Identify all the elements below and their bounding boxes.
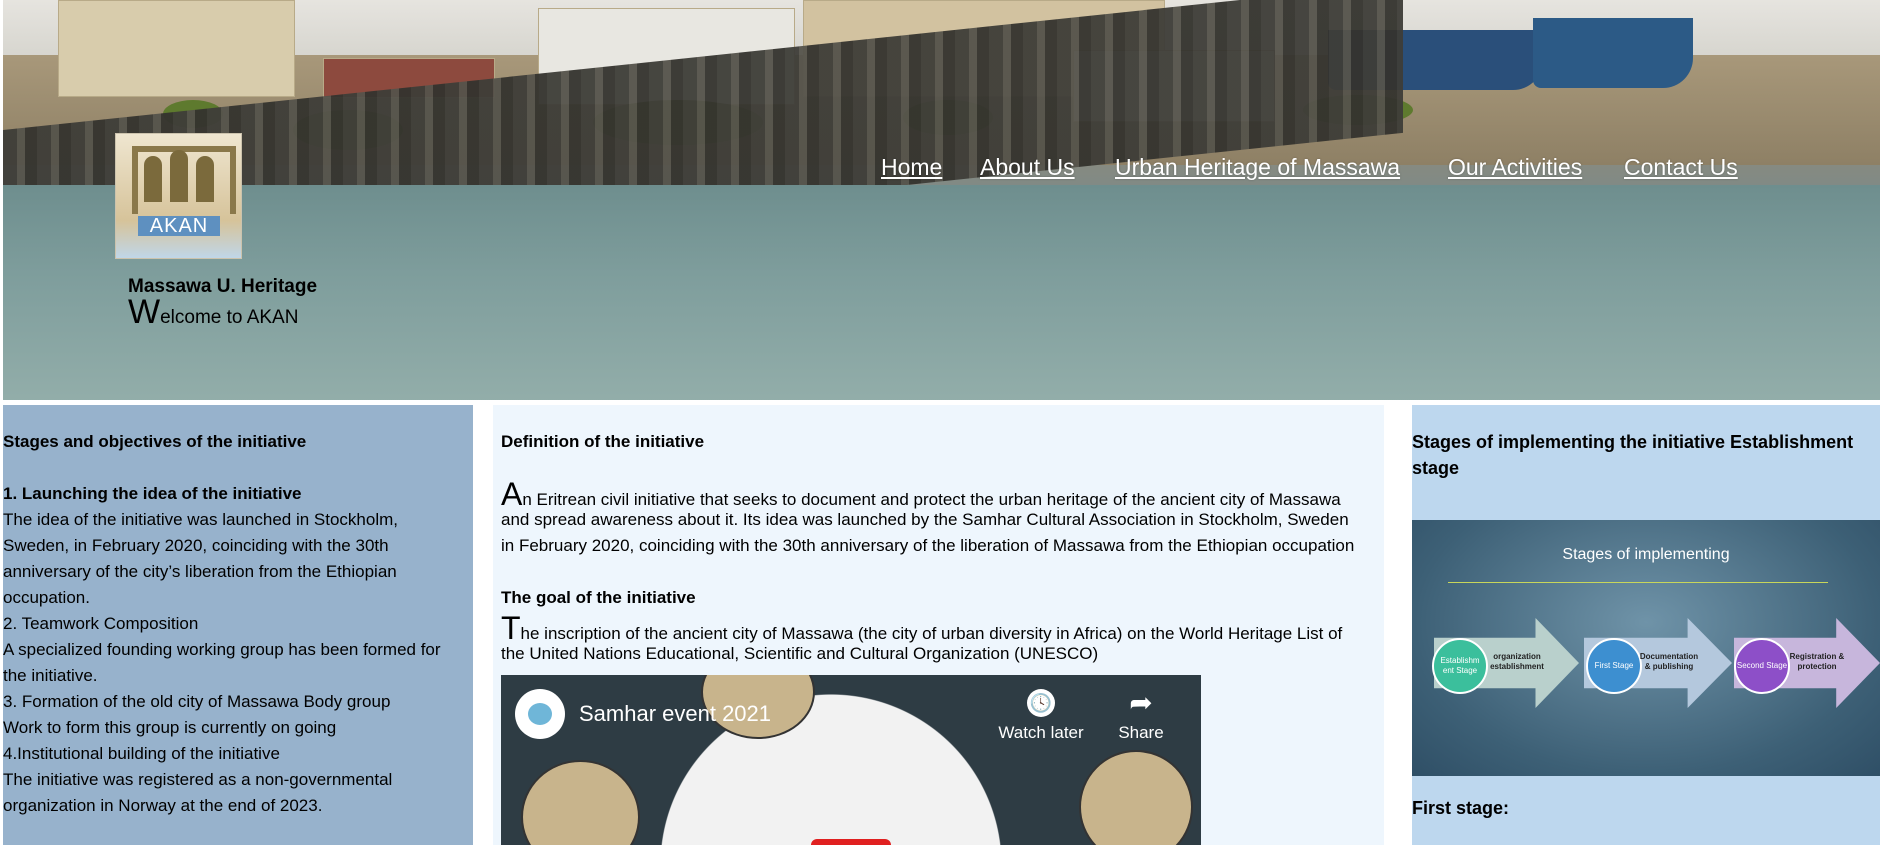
play-button[interactable] [811, 839, 891, 845]
watch-later-button[interactable]: 🕓 Watch later [996, 689, 1086, 743]
left-text-line: A specialized founding working group has… [3, 640, 441, 659]
definition-line: and spread awareness about it. Its idea … [501, 510, 1349, 529]
diagram-divider [1448, 582, 1828, 583]
stage-circle: Second Stage [1734, 638, 1790, 694]
stage-circle: Establishm ent Stage [1432, 638, 1488, 694]
stage-circle: First Stage [1586, 638, 1642, 694]
left-text-line: Work to form this group is currently on … [3, 718, 337, 737]
stages-diagram-title: Stages of implementing [1562, 546, 1730, 563]
definition-line: in February 2020, coinciding with the 30… [501, 536, 1355, 555]
nav-home[interactable]: Home [881, 154, 942, 181]
left-text-line: the initiative. [3, 666, 98, 685]
nav-about-us[interactable]: About Us [980, 154, 1075, 181]
left-text-line: anniversary of the city’s liberation fro… [3, 562, 397, 581]
akan-logo[interactable]: AKAN [115, 133, 242, 259]
nav-our-activities[interactable]: Our Activities [1448, 154, 1582, 181]
stage-label: Documentation & publishing [1639, 652, 1699, 671]
hero-banner [3, 0, 1880, 400]
left-column: Stages and objectives of the initiative … [3, 405, 473, 845]
logo-arch [144, 156, 162, 202]
logo-arch [170, 150, 188, 202]
left-text-line: occupation. [3, 588, 90, 607]
left-text-line: 2. Teamwork Composition [3, 614, 199, 633]
share-label: Share [1118, 723, 1164, 742]
left-text-line: 4.Institutional building of the initiati… [3, 744, 280, 763]
video-thumb-circle [521, 760, 640, 845]
left-text-line: organization in Norway at the end of 202… [3, 796, 323, 815]
middle-column: Definition of the initiative An Eritrean… [493, 405, 1384, 845]
nav-contact-us[interactable]: Contact Us [1624, 154, 1738, 181]
channel-logo-icon [528, 703, 552, 725]
channel-avatar[interactable] [515, 689, 565, 739]
welcome-dropcap: W [128, 293, 161, 331]
left-text-line: 3. Formation of the old city of Massawa … [3, 692, 391, 711]
stages-title: Stages of implementing the initiative Es… [1412, 432, 1854, 478]
stage-label: organization establishment [1490, 652, 1544, 671]
stages-diagram-image: Stages of implementing Establishm ent St… [1412, 520, 1880, 776]
left-heading: Stages and objectives of the initiative [3, 432, 307, 451]
video-thumb-circle [1079, 750, 1193, 845]
clock-icon: 🕓 [1027, 689, 1055, 717]
stage-label: Registration & protection [1789, 652, 1845, 671]
left-text-line: Sweden, in February 2020, coinciding wit… [3, 536, 389, 555]
goal-line: the United Nations Educational, Scientif… [501, 644, 1099, 663]
definition-title: Definition of the initiative [501, 432, 705, 451]
left-section1-title: 1. Launching the idea of the initiative [3, 484, 302, 503]
logo-text: AKAN [138, 216, 220, 236]
left-text-line: The idea of the initiative was launched … [3, 510, 399, 529]
nav-urban-heritage[interactable]: Urban Heritage of Massawa [1115, 154, 1400, 181]
hero-building [58, 0, 295, 97]
logo-arch [196, 156, 214, 202]
video-player[interactable]: Samhar event 2021 🕓 Watch later ➦ Share [501, 675, 1201, 845]
goal-title: The goal of the initiative [501, 588, 696, 607]
hero-ship [1533, 18, 1693, 88]
watch-later-label: Watch later [998, 723, 1084, 742]
video-title[interactable]: Samhar event 2021 [579, 701, 771, 727]
first-stage-heading: First stage: [1412, 798, 1510, 818]
left-text-line: The initiative was registered as a non-g… [3, 770, 393, 789]
welcome-text: Welcome to AKAN [128, 295, 299, 329]
welcome-rest: elcome to AKAN [160, 307, 299, 328]
share-icon: ➦ [1129, 687, 1153, 718]
right-column: Stages of implementing the initiative Es… [1412, 405, 1880, 845]
share-button[interactable]: ➦ Share [1096, 689, 1186, 743]
